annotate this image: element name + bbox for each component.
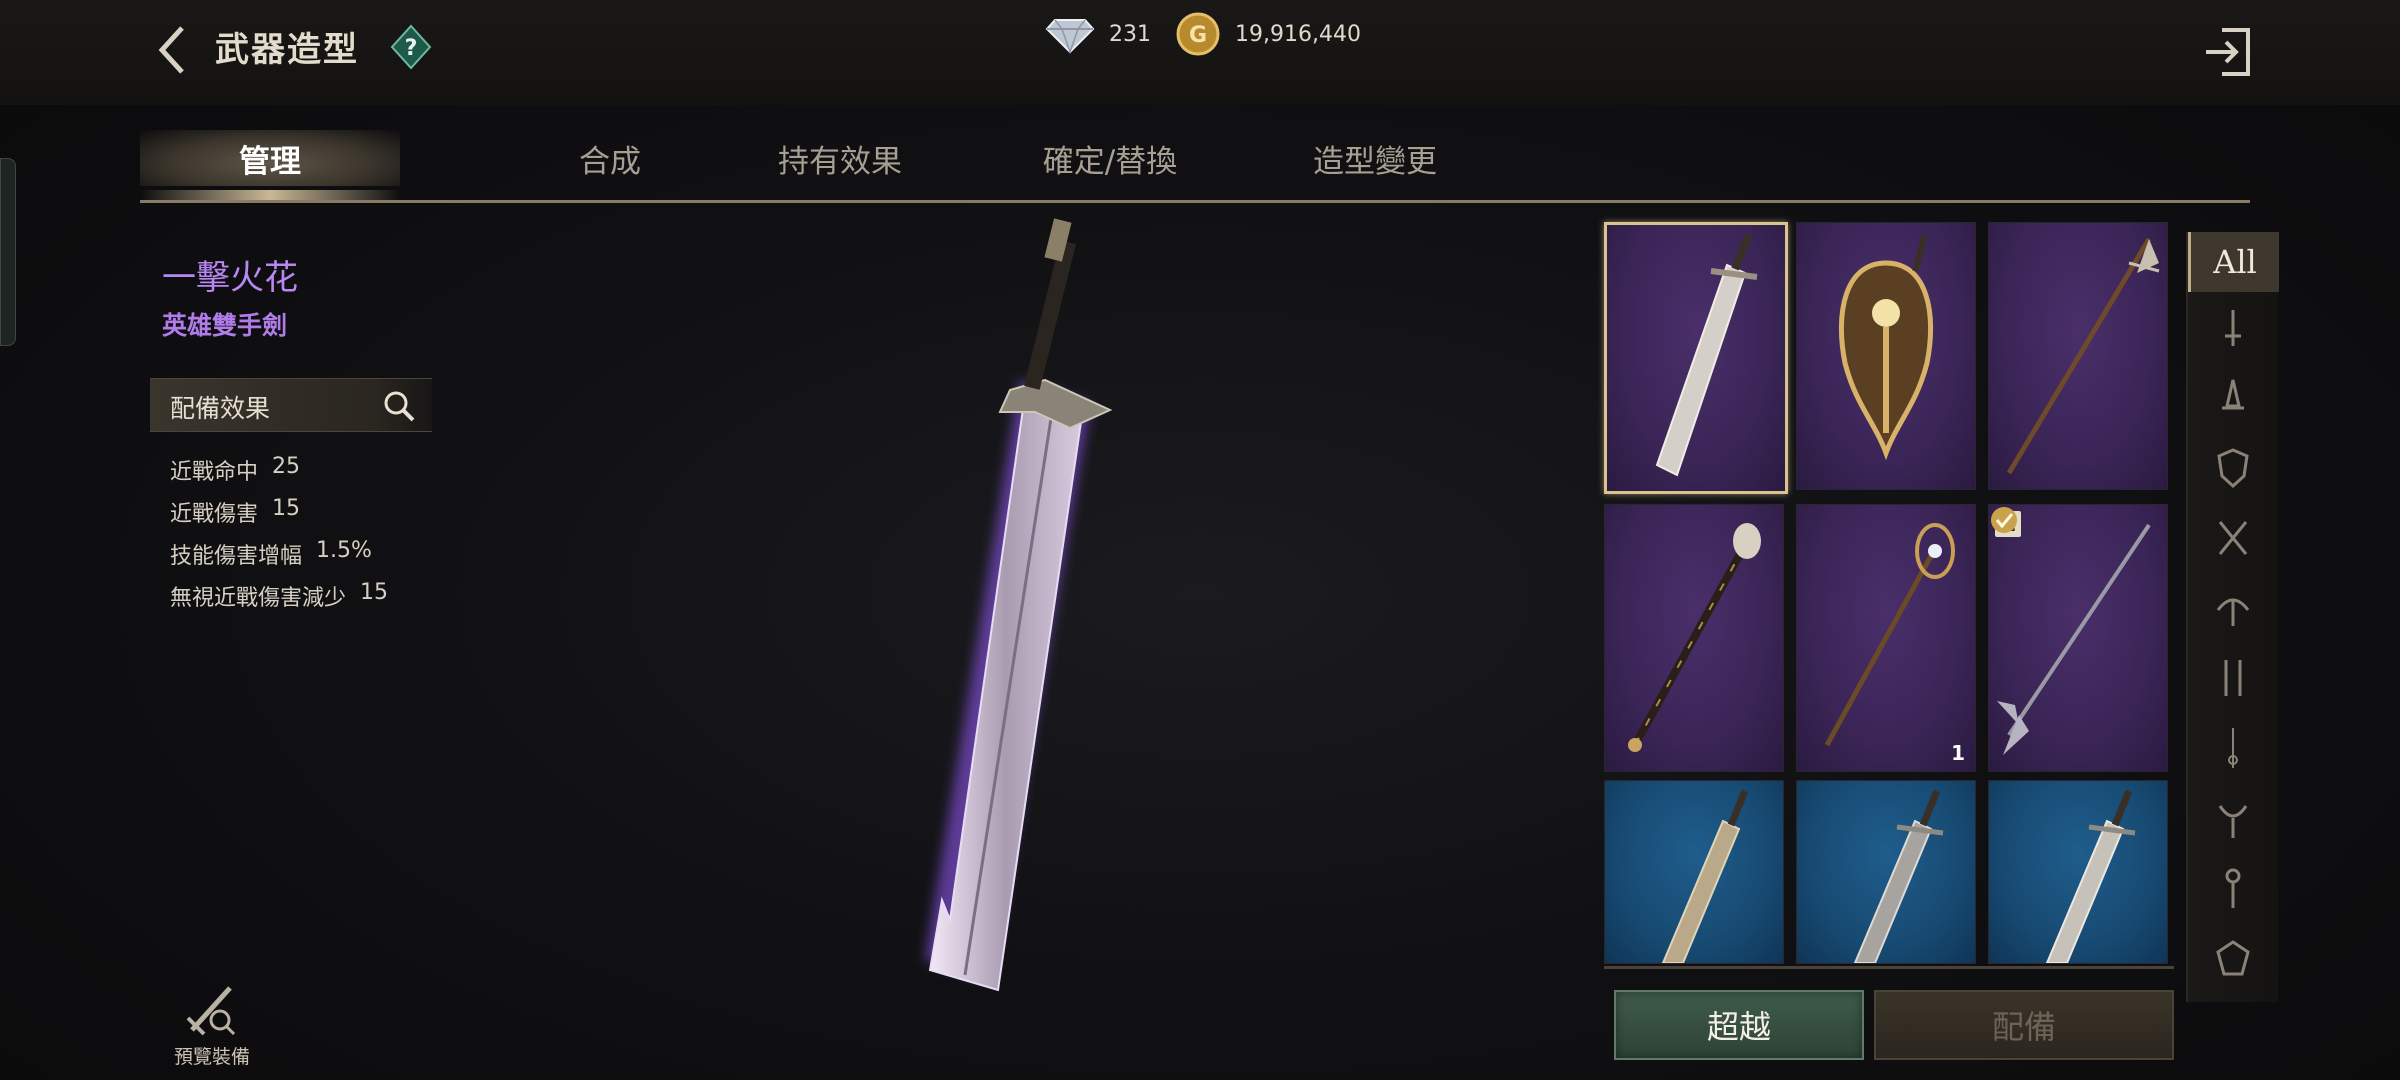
exit-icon bbox=[2206, 28, 2250, 76]
gem-currency: 231 bbox=[1045, 14, 1151, 54]
grid-cell-mace-staff[interactable] bbox=[1604, 504, 1784, 772]
svg-text:?: ? bbox=[405, 36, 418, 61]
stat-value: 25 bbox=[272, 454, 301, 479]
mace-staff-icon bbox=[1628, 523, 1761, 752]
grid-cell-spear[interactable] bbox=[1988, 222, 2168, 490]
active-tab-underline bbox=[140, 190, 400, 200]
tab-label: 管理 bbox=[239, 143, 301, 180]
stat-row: 近戰傷害 15 bbox=[170, 496, 300, 528]
stat-row: 無視近戰傷害減少 15 bbox=[170, 580, 388, 612]
bow-icon[interactable] bbox=[2214, 586, 2252, 630]
shield-weapon-icon bbox=[1838, 234, 1934, 461]
spear-icon bbox=[2006, 237, 2160, 475]
scythe-icon[interactable] bbox=[2214, 796, 2252, 840]
gem-count: 231 bbox=[1109, 21, 1151, 47]
preview-equip-button[interactable]: 預覽裝備 bbox=[168, 980, 256, 1069]
tab-appearance-change[interactable]: 造型變更 bbox=[1250, 130, 1500, 186]
equip-button[interactable]: 配備 bbox=[1874, 990, 2174, 1060]
equip-effect-title: 配備效果 bbox=[170, 394, 271, 423]
tab-label: 合成 bbox=[579, 143, 641, 180]
stat-row: 近戰命中 25 bbox=[170, 454, 300, 486]
equip-effect-header: 配備效果 bbox=[150, 378, 432, 432]
equip-label: 配備 bbox=[1991, 1008, 2056, 1046]
stat-label: 近戰命中 bbox=[170, 460, 259, 485]
item-name: 一擊火花 bbox=[162, 258, 298, 298]
stat-value: 15 bbox=[272, 496, 301, 521]
transcend-button[interactable]: 超越 bbox=[1614, 990, 1864, 1060]
chevron-left-icon bbox=[158, 26, 184, 74]
grid-cell-greatsword[interactable] bbox=[1796, 780, 1976, 964]
emblem-icon[interactable] bbox=[2214, 936, 2252, 980]
gold-count: 19,916,440 bbox=[1235, 21, 1361, 47]
grid-cell-greatsword[interactable] bbox=[1988, 780, 2168, 964]
dagger-icon[interactable] bbox=[2214, 306, 2252, 350]
help-icon[interactable]: ? bbox=[390, 24, 432, 70]
weapon-skin-grid: 1 E bbox=[1604, 222, 2174, 964]
greatsword-illustration bbox=[925, 218, 1113, 992]
grid-cell-shield[interactable] bbox=[1796, 222, 1976, 490]
halberd-icon bbox=[1997, 523, 2151, 755]
tab-label: 造型變更 bbox=[1313, 143, 1437, 180]
grid-cell-greatsword[interactable] bbox=[1604, 780, 1784, 964]
search-icon[interactable] bbox=[382, 389, 416, 423]
staff-icon[interactable] bbox=[2214, 866, 2252, 910]
tab-confirm-replace[interactable]: 確定/替換 bbox=[980, 130, 1240, 186]
diamond-icon bbox=[1045, 19, 1095, 54]
greatsword-icon bbox=[1655, 233, 1758, 477]
stat-label: 近戰傷害 bbox=[170, 502, 259, 527]
svg-text:G: G bbox=[1189, 23, 1207, 48]
stat-label: 無視近戰傷害減少 bbox=[170, 586, 347, 611]
stat-label: 技能傷害增幅 bbox=[170, 544, 303, 569]
top-bar: 武器造型 ? 231 G 19,916,440 bbox=[0, 0, 2400, 105]
stat-row: 技能傷害增幅 1.5% bbox=[170, 538, 372, 570]
dual-blades-icon[interactable] bbox=[2214, 656, 2252, 700]
tab-label: 確定/替換 bbox=[1042, 143, 1178, 180]
tab-manage[interactable]: 管理 bbox=[140, 130, 400, 186]
shield-icon[interactable] bbox=[2214, 446, 2252, 490]
preview-equip-label: 預覽裝備 bbox=[173, 1046, 250, 1068]
gold-coin-icon: G bbox=[1176, 12, 1220, 56]
item-type: 英雄雙手劍 bbox=[162, 311, 288, 340]
tab-bar: 管理 合成 持有效果 確定/替換 造型變更 bbox=[140, 112, 2250, 203]
greatsword-icon bbox=[1661, 789, 1749, 963]
item-count: 1 bbox=[1951, 741, 1965, 765]
page-title: 武器造型 bbox=[215, 30, 359, 70]
exit-button[interactable] bbox=[2204, 24, 2252, 80]
grid-cell-greatsword[interactable] bbox=[1604, 222, 1788, 494]
gold-currency: G 19,916,440 bbox=[1175, 12, 1361, 56]
sword-preview-icon bbox=[186, 986, 236, 1036]
grid-divider bbox=[1604, 966, 2174, 969]
tab-collection-effect[interactable]: 持有效果 bbox=[720, 130, 960, 186]
tab-synthesis[interactable]: 合成 bbox=[540, 130, 680, 186]
filter-all-button[interactable]: All bbox=[2188, 232, 2279, 292]
grid-cell-orb-staff[interactable]: 1 bbox=[1796, 504, 1976, 772]
grid-cell-halberd[interactable]: E bbox=[1988, 504, 2168, 772]
side-handle[interactable] bbox=[0, 158, 16, 346]
rapier-icon[interactable] bbox=[2214, 726, 2252, 770]
stat-value: 1.5% bbox=[316, 538, 372, 563]
sword-icon[interactable] bbox=[2214, 376, 2252, 420]
stat-value: 15 bbox=[360, 580, 389, 605]
greatsword-icon bbox=[2045, 789, 2136, 963]
crossed-swords-icon[interactable] bbox=[2214, 516, 2252, 560]
transcend-label: 超越 bbox=[1706, 1008, 1771, 1046]
weapon-3d-preview[interactable] bbox=[820, 200, 1240, 1030]
greatsword-icon bbox=[1853, 789, 1944, 963]
back-button[interactable] bbox=[152, 22, 192, 78]
orb-staff-icon bbox=[1824, 523, 1955, 747]
tab-label: 持有效果 bbox=[778, 143, 902, 180]
check-icon bbox=[1991, 507, 2017, 533]
